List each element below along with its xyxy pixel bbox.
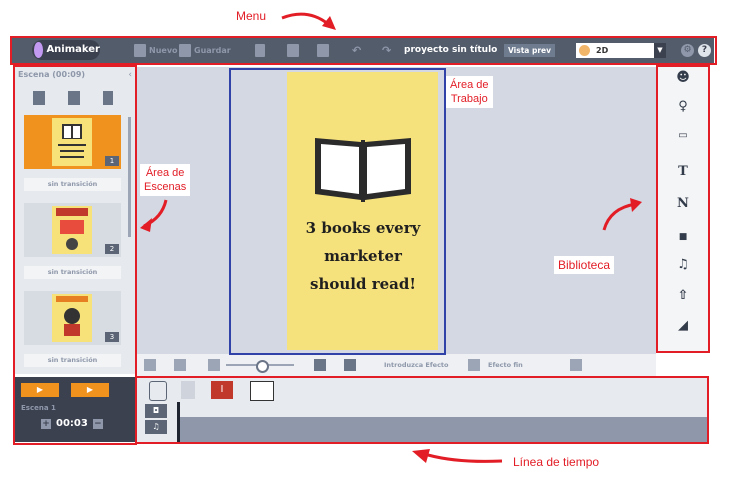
expand-icon[interactable] [174, 359, 186, 371]
scene-area-annotation: Área de Escenas [140, 164, 191, 196]
end-effect-label[interactable]: Efecto fin [488, 354, 523, 376]
annotation-line: Área de [145, 167, 185, 179]
effect-icon[interactable] [468, 359, 480, 371]
fit-icon[interactable] [144, 359, 156, 371]
work-area-highlight [229, 68, 446, 355]
effect-end-icon[interactable] [570, 359, 582, 371]
timeline-highlight [135, 376, 709, 444]
work-area-annotation: Área de Trabajo [446, 76, 493, 108]
library-highlight [656, 65, 710, 353]
menu-arrow-icon [281, 12, 336, 30]
library-arrow-icon [602, 198, 642, 231]
timeline-annotation: Línea de tiempo [513, 455, 600, 469]
timeline-arrow-icon [412, 449, 503, 463]
annotation-line: Trabajo [450, 93, 488, 105]
canvas-toolbar: Introduzca Efecto Efecto fin [136, 354, 656, 376]
library-annotation: Biblioteca [554, 256, 615, 274]
stop-icon[interactable] [344, 359, 356, 371]
intro-effect-label[interactable]: Introduzca Efecto [384, 354, 449, 376]
scene-arrow-icon [140, 199, 168, 232]
menu-annotation: Menu [236, 9, 267, 23]
annotation-line: Escenas [144, 181, 187, 193]
grid-icon[interactable] [208, 359, 220, 371]
play-icon[interactable] [314, 359, 326, 371]
annotation-line: Área de [450, 79, 489, 91]
menu-highlight [10, 36, 717, 65]
zoom-slider-handle[interactable] [256, 360, 269, 373]
scene-area-highlight [13, 65, 137, 445]
